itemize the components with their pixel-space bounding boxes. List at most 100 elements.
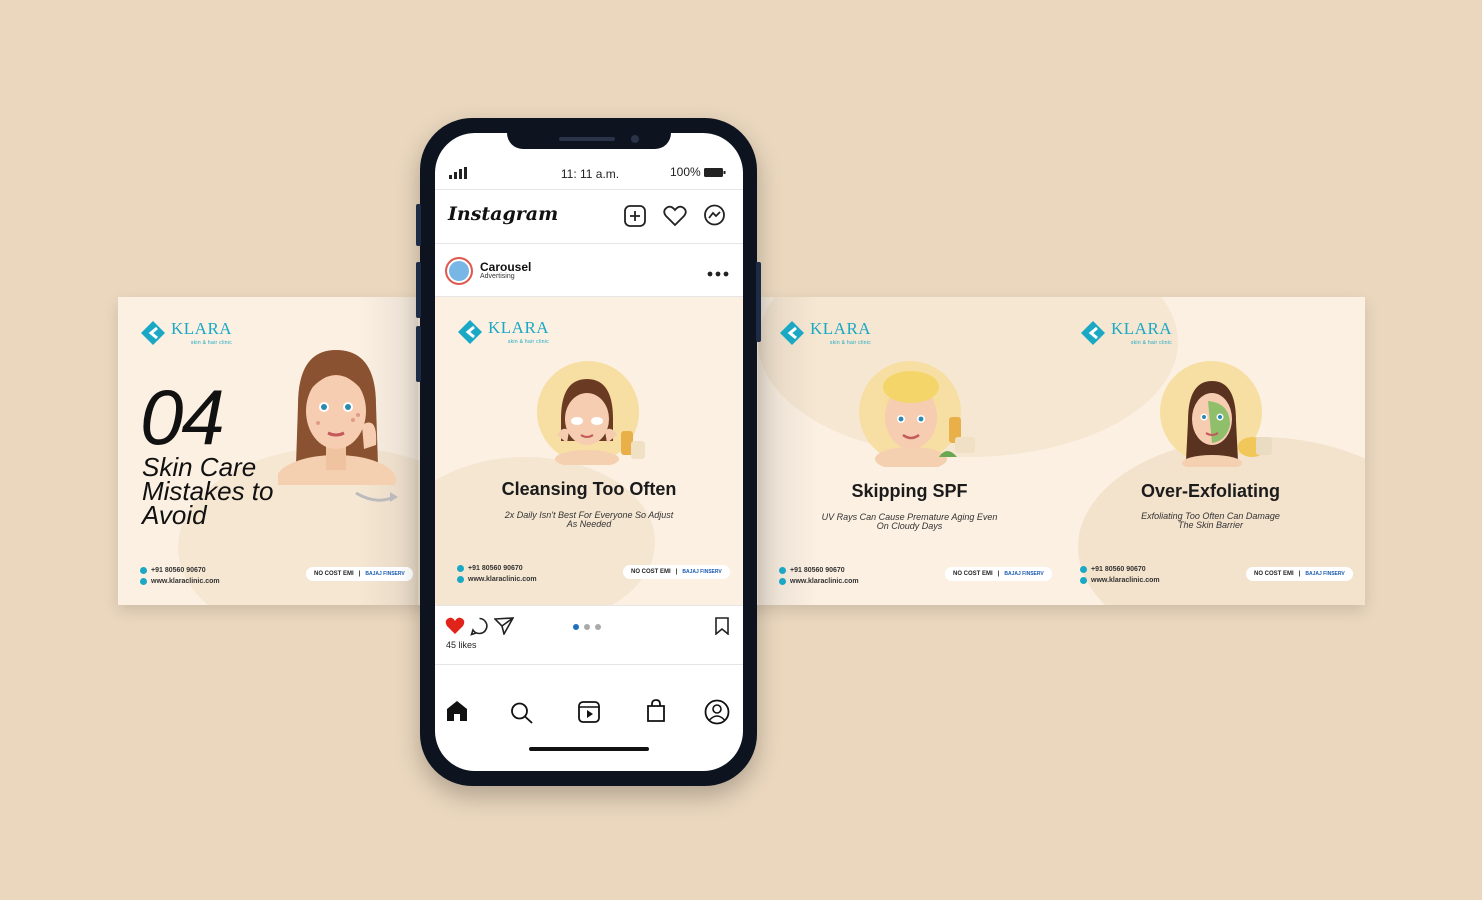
contact-website: www.klaraclinic.com xyxy=(1091,577,1160,584)
contact-block: +91 80560 90670 www.klaraclinic.com xyxy=(457,563,537,585)
status-time: 11: 11 a.m. xyxy=(560,167,620,181)
globe-icon xyxy=(1080,576,1087,584)
slide-subtitle-line: The Skin Barrier xyxy=(1177,520,1244,530)
emi-badge: NO COST EMI | BAJAJ FINSERV xyxy=(306,567,413,581)
slide-title: Cleansing Too Often xyxy=(501,479,677,499)
carousel-dots xyxy=(573,624,601,630)
klara-logo: KLARA skin & hair clinic xyxy=(779,320,871,346)
slide-over-exfoliating: KLARA skin & hair clinic Over-Exfoliating… xyxy=(1058,297,1358,605)
heart-icon[interactable] xyxy=(663,205,687,227)
phone-mockup: 11: 11 a.m. 100% Instagram Carousel Adve… xyxy=(416,118,761,786)
klara-logo-mark xyxy=(141,321,165,345)
emi-label: NO COST EMI xyxy=(314,571,354,577)
globe-icon xyxy=(457,575,464,583)
phone-side-button xyxy=(756,262,761,342)
mask-girl-illustration xyxy=(1182,381,1272,467)
slide-title: Over-Exfoliating xyxy=(1140,481,1281,501)
profile-icon[interactable] xyxy=(704,699,730,725)
cover-slide: KLARA skin & hair clinic 04 Skin Care Mi… xyxy=(118,297,418,605)
brand-name: KLARA xyxy=(171,319,233,338)
phone-screen: 11: 11 a.m. 100% Instagram Carousel Adve… xyxy=(435,133,743,771)
brand-tagline: skin & hair clinic xyxy=(829,340,872,346)
brand-name: KLARA xyxy=(1111,319,1173,338)
slide-title: Skipping SPF xyxy=(851,481,968,501)
contact-phone: +91 80560 90670 xyxy=(151,567,206,574)
emi-label: NO COST EMI xyxy=(1254,571,1294,577)
plus-square-icon[interactable] xyxy=(624,205,646,227)
phone-side-button xyxy=(416,204,421,246)
home-icon[interactable] xyxy=(446,700,468,722)
partner-label: BAJAJ FINSERV xyxy=(1305,571,1345,577)
shop-icon[interactable] xyxy=(646,699,666,723)
slide-subtitle-line: As Needed xyxy=(566,519,612,529)
slide-subtitle-line: On Cloudy Days xyxy=(876,521,943,531)
contact-block: +91 80560 90670 www.klaraclinic.com xyxy=(779,565,859,587)
partner-label: BAJAJ FINSERV xyxy=(365,571,405,577)
contact-phone: +91 80560 90670 xyxy=(468,565,523,572)
messenger-icon[interactable] xyxy=(703,204,726,227)
emi-label: NO COST EMI xyxy=(631,569,671,575)
brand-tagline: skin & hair clinic xyxy=(190,340,233,346)
carousel-dot xyxy=(595,624,601,630)
slide-skipping-spf: KLARA skin & hair clinic Skipping SPF UV … xyxy=(757,297,1057,605)
post-image[interactable]: KLARA skin & hair clinic Cleansing Too Of… xyxy=(435,297,743,605)
contact-phone: +91 80560 90670 xyxy=(1091,566,1146,573)
signal-icon xyxy=(449,167,467,179)
contact-block: +91 80560 90670 www.klaraclinic.com xyxy=(1080,564,1160,586)
contact-website: www.klaraclinic.com xyxy=(151,578,220,585)
heart-filled-icon[interactable] xyxy=(445,617,465,635)
klara-logo-mark xyxy=(458,320,482,344)
brand-name: KLARA xyxy=(810,319,872,338)
contact-phone: +91 80560 90670 xyxy=(790,567,845,574)
brand-tagline: skin & hair clinic xyxy=(1130,340,1173,346)
carousel-dot xyxy=(584,624,590,630)
more-icon[interactable] xyxy=(707,271,729,277)
cover-number: 04 xyxy=(140,373,225,461)
emi-badge: NO COST EMI | BAJAJ FINSERV xyxy=(945,567,1052,581)
cleansing-girl-illustration xyxy=(555,379,645,465)
cover-title-line: Avoid xyxy=(142,500,207,530)
contact-website: www.klaraclinic.com xyxy=(468,576,537,583)
search-icon[interactable] xyxy=(510,702,534,724)
send-icon[interactable] xyxy=(494,617,514,635)
account-name[interactable]: Carousel xyxy=(480,260,531,274)
phone-side-button xyxy=(416,262,421,318)
likes-count[interactable]: 45 likes xyxy=(446,640,477,650)
phone-icon xyxy=(1080,565,1087,573)
contact-website: www.klaraclinic.com xyxy=(790,578,859,585)
reels-icon[interactable] xyxy=(578,701,600,723)
emi-label: NO COST EMI xyxy=(953,571,993,577)
partner-label: BAJAJ FINSERV xyxy=(682,569,722,575)
brand-tagline: skin & hair clinic xyxy=(507,339,550,345)
klara-logo: KLARA skin & hair clinic xyxy=(140,320,232,346)
brand-name: KLARA xyxy=(488,318,550,337)
divider xyxy=(435,243,743,244)
globe-icon xyxy=(779,577,786,585)
emi-badge: NO COST EMI | BAJAJ FINSERV xyxy=(623,565,730,579)
account-avatar[interactable] xyxy=(445,257,473,285)
divider xyxy=(435,605,743,606)
partner-label: BAJAJ FINSERV xyxy=(1004,571,1044,577)
divider xyxy=(435,189,743,190)
carousel-dot-active xyxy=(573,624,579,630)
towel-girl-illustration xyxy=(875,371,975,467)
klara-logo-mark xyxy=(1081,321,1105,345)
phone-icon xyxy=(779,566,786,574)
phone-icon xyxy=(140,566,147,574)
phone-side-button xyxy=(416,326,421,382)
girl-illustration xyxy=(278,350,396,485)
emi-badge: NO COST EMI | BAJAJ FINSERV xyxy=(1246,567,1353,581)
globe-icon xyxy=(140,577,147,585)
contact-block: +91 80560 90670 www.klaraclinic.com xyxy=(140,565,220,587)
account-subtitle: Advertising xyxy=(480,273,515,280)
battery-level: 100% xyxy=(670,165,701,179)
klara-logo: KLARA skin & hair clinic xyxy=(1080,320,1172,346)
arrow-icon xyxy=(355,491,398,502)
app-logo: Instagram xyxy=(448,203,559,225)
comment-icon[interactable] xyxy=(470,617,489,636)
home-indicator xyxy=(529,747,649,751)
phone-notch xyxy=(507,133,671,149)
bookmark-icon[interactable] xyxy=(714,617,730,635)
klara-logo-mark xyxy=(780,321,804,345)
klara-logo: KLARA skin & hair clinic xyxy=(457,319,549,345)
